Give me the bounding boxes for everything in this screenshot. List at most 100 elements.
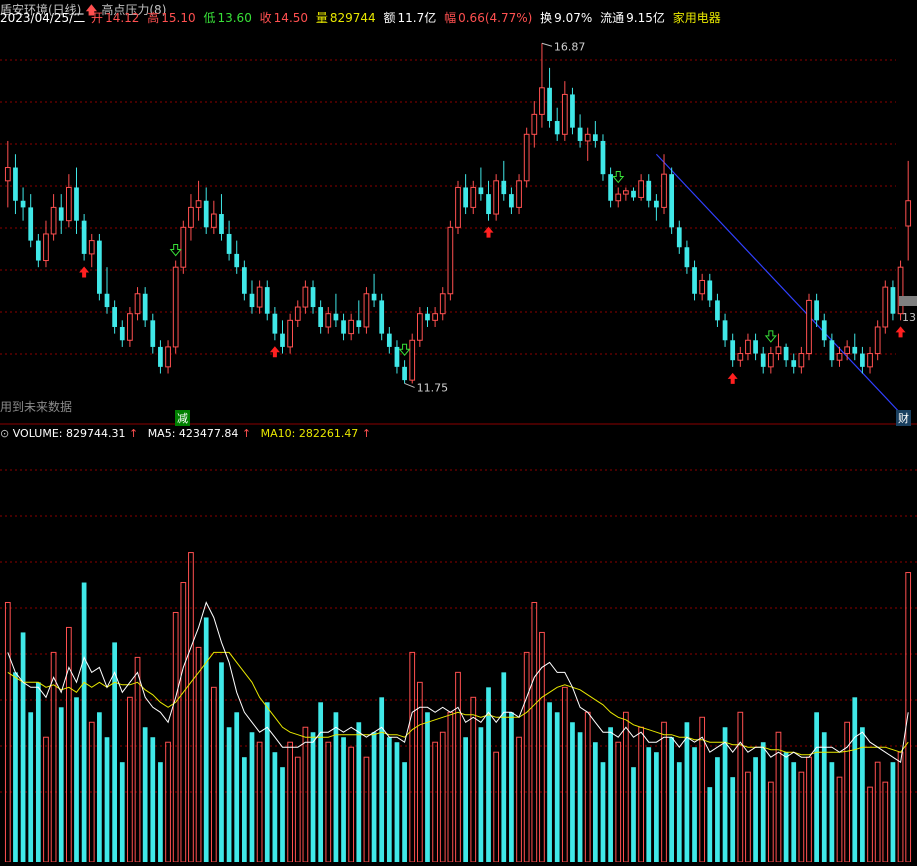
candle-body: [65, 186, 72, 222]
volume-bar: [4, 601, 11, 863]
volume-bar: [371, 732, 377, 862]
ma5-indicator: MA5: 423477.84: [147, 427, 239, 440]
volume-bar: [195, 646, 202, 863]
high-label: 高: [147, 11, 160, 25]
float-label: 流通: [600, 11, 625, 25]
candle-body: [692, 267, 697, 294]
volume-bar: [783, 752, 789, 862]
price-marker: [899, 296, 917, 306]
candle-body: [439, 293, 446, 315]
volume-bar: [294, 756, 301, 863]
min-price-label: 11.75: [417, 381, 449, 394]
candle-body: [867, 353, 873, 368]
candle-body: [97, 240, 102, 294]
candle-body: [88, 240, 95, 255]
volume-bar: [280, 767, 285, 862]
down-arrow-icon: [764, 330, 777, 343]
candle-body: [455, 186, 461, 228]
up-arrow-icon: [727, 372, 738, 384]
volume-bar: [547, 702, 552, 862]
candle-body: [287, 319, 293, 348]
candle-body: [256, 286, 263, 308]
candle-body: [584, 133, 591, 142]
candle-body: [4, 167, 11, 182]
volume-bar: [416, 681, 423, 863]
volume-bar: [234, 712, 240, 862]
volume-bar: [379, 697, 385, 862]
volume-bar: [210, 686, 217, 863]
volume-bar: [608, 727, 613, 862]
candle-body: [74, 187, 79, 221]
candle-body: [493, 180, 500, 215]
volume-bar: [20, 632, 26, 862]
candle-body: [341, 320, 346, 334]
quote-date: 2023/04/25/二: [0, 11, 86, 25]
candle-body: [577, 127, 583, 141]
candle-body: [821, 320, 827, 341]
candle-body: [890, 287, 896, 314]
candle-body: [104, 293, 110, 308]
candle-body: [814, 300, 819, 321]
volume-bar: [219, 662, 224, 862]
volume-bar: [470, 696, 477, 863]
quote-bar: 2023/04/25/二 开 14.12 高 15.10 低 13.60 收 14.50…: [0, 8, 723, 28]
reduce-tag[interactable]: 减: [175, 410, 190, 426]
volume-bar: [74, 697, 79, 862]
volume-label: 量: [315, 11, 328, 25]
candle-body: [539, 87, 545, 115]
volume-bar: [753, 757, 758, 862]
volume-bar: [104, 737, 110, 862]
candle-body: [608, 174, 613, 201]
candle-body: [58, 207, 64, 221]
volume-bar: [882, 781, 889, 863]
candle-body: [425, 313, 430, 321]
volume-bar: [760, 742, 766, 862]
volume-bar: [226, 727, 232, 862]
candle-body: [874, 326, 881, 355]
volume-bar: [561, 686, 568, 863]
float-value: 9.15亿: [626, 11, 665, 25]
candle-body: [416, 313, 423, 341]
candle-body: [745, 339, 751, 355]
candle-body: [333, 313, 339, 321]
max-price-label: 16.87: [554, 40, 586, 53]
volume-bar: [638, 726, 644, 863]
volume-bar: [501, 672, 507, 862]
volume-bar: [409, 651, 416, 863]
volume-bar: [722, 727, 728, 862]
candle-body: [722, 320, 728, 341]
candle-body: [730, 340, 736, 361]
candle-body: [829, 340, 835, 361]
candle-body: [882, 286, 889, 328]
volume-bar: [646, 747, 652, 862]
candle-body: [50, 206, 57, 235]
volume-bar: [203, 617, 209, 862]
candle-body: [119, 326, 125, 341]
volume-bar: [272, 752, 278, 862]
candle-body: [760, 353, 766, 367]
candle-body: [264, 287, 270, 314]
candle-body: [646, 180, 652, 201]
candle-body: [699, 279, 706, 295]
volume-bar: [249, 732, 255, 862]
volume-bar: [58, 707, 64, 862]
volume-bar: [654, 752, 659, 862]
candle-body: [409, 339, 416, 381]
ma10-arrow-icon: ↑: [361, 427, 372, 440]
volume-bar: [150, 737, 156, 862]
volume-bar: [715, 757, 720, 862]
candle-body: [172, 266, 179, 348]
volume-bar: [318, 702, 324, 862]
settings-icon[interactable]: ⊙: [0, 427, 9, 440]
sector-label[interactable]: 家用电器: [673, 11, 721, 25]
volume-bar: [890, 762, 896, 862]
kline-chart[interactable]: 16.87 11.75 盾安环境(日线) 🡅 高点压力(8) 2023/04/25…: [0, 0, 917, 863]
ma5-arrow-icon: ↑: [241, 427, 252, 440]
candle-body: [707, 280, 713, 301]
candle-body: [249, 293, 255, 308]
low-value: 13.60: [217, 11, 252, 25]
candle-body: [852, 346, 858, 354]
candle-body: [486, 194, 491, 215]
finance-tag[interactable]: 财: [896, 410, 911, 426]
turnover-value: 9.07%: [554, 11, 593, 25]
